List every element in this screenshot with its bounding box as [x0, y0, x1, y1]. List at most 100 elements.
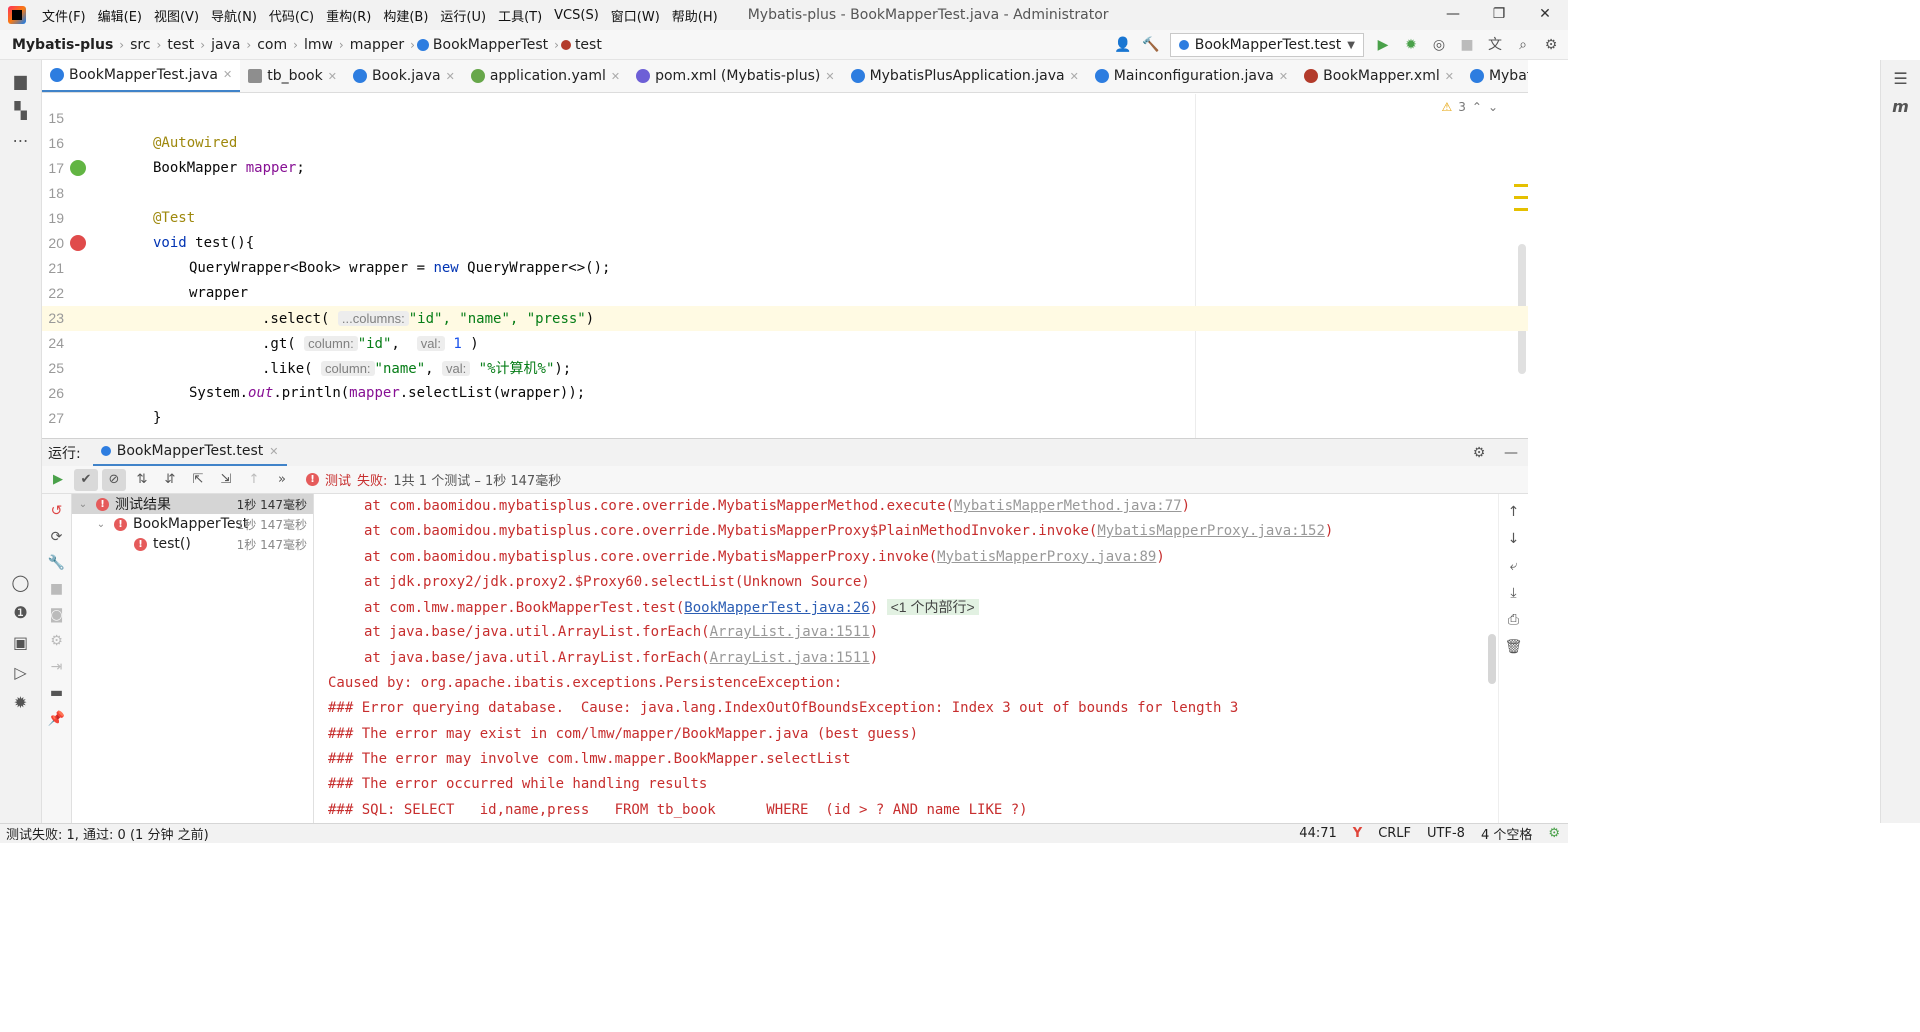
chevron-down-icon[interactable]: ⌄ — [94, 519, 108, 530]
status-message[interactable]: 测试失败: 1, 通过: 0 (1 分钟 之前) — [0, 824, 209, 843]
coverage-icon[interactable]: ◎ — [1430, 36, 1448, 54]
menu-help[interactable]: 帮助(H) — [666, 6, 724, 25]
line-separator[interactable]: CRLF — [1378, 826, 1411, 841]
gear-icon[interactable]: ⚙ — [1470, 444, 1488, 462]
breadcrumb-com[interactable]: com — [253, 37, 291, 53]
stop-icon[interactable]: ■ — [48, 580, 66, 598]
close-icon[interactable]: ✕ — [611, 70, 620, 83]
tab-application-yaml[interactable]: application.yaml ✕ — [463, 60, 628, 92]
translate-icon[interactable]: 文 — [1486, 36, 1504, 54]
breadcrumb-lmw[interactable]: lmw — [300, 37, 337, 53]
prev-failed-icon[interactable]: ↑ — [242, 469, 266, 491]
source-link[interactable]: BookMapperTest.java:26 — [684, 600, 869, 616]
chevron-down-icon[interactable]: ⌄ — [76, 499, 90, 510]
gear-icon[interactable]: ⚙ — [1542, 36, 1560, 54]
more-icon[interactable]: » — [270, 469, 294, 491]
code-editor[interactable]: ⚠ 3 ⌃ ⌄ 15 16 @Autowired 17 BookMapper m… — [42, 94, 1528, 438]
run-config-select[interactable]: BookMapperTest.test ▼ — [1169, 33, 1364, 57]
source-link[interactable]: ArrayList.java:1511 — [710, 624, 870, 640]
database-icon[interactable]: ☰ — [1892, 70, 1910, 88]
show-ignored-icon[interactable]: ⊘ — [102, 468, 126, 491]
print-icon[interactable]: ⎙ — [1505, 611, 1523, 629]
tab-mainconfiguration[interactable]: Mainconfiguration.java ✕ — [1087, 60, 1296, 92]
pin-icon[interactable]: 📌 — [48, 710, 66, 728]
close-icon[interactable]: ✕ — [328, 70, 337, 83]
bean-gutter-icon[interactable] — [70, 160, 86, 176]
comment-icon[interactable]: ◯ — [12, 574, 30, 592]
menu-tools[interactable]: 工具(T) — [492, 6, 548, 25]
debug-tool-icon[interactable]: ✹ — [12, 694, 30, 712]
close-icon[interactable]: ✕ — [1279, 70, 1288, 83]
indent-setting[interactable]: 4 个空格 — [1481, 824, 1532, 843]
tree-row-root[interactable]: ⌄ ! 测试结果 1秒 147毫秒 — [72, 494, 313, 514]
source-link[interactable]: ArrayList.java:1511 — [710, 650, 870, 666]
breadcrumb-test[interactable]: test — [163, 37, 198, 53]
rerun-icon[interactable]: ▶ — [46, 469, 70, 491]
breadcrumb-class[interactable]: BookMapperTest — [429, 37, 552, 53]
minimize-icon[interactable]: — — [1430, 0, 1476, 30]
source-link[interactable]: MybatisMapperProxy.java:89 — [937, 549, 1156, 565]
search-icon[interactable]: ⌕ — [1514, 36, 1532, 54]
arrow-down-icon[interactable]: ↓ — [1505, 530, 1523, 548]
settings-icon[interactable]: ⚙ — [48, 632, 66, 650]
tree-row-method[interactable]: ! test() 1秒 147毫秒 — [72, 534, 313, 554]
menu-vcs[interactable]: VCS(S) — [548, 8, 605, 23]
stop-icon[interactable]: ■ — [1458, 36, 1476, 54]
run-tool-icon[interactable]: ▷ — [12, 664, 30, 682]
project-folder-icon[interactable]: ▆ — [12, 72, 30, 90]
tab-tb-book[interactable]: tb_book ✕ — [240, 60, 345, 92]
close-icon[interactable]: ✕ — [269, 445, 278, 458]
show-passed-icon[interactable]: ✔ — [74, 468, 98, 491]
run-icon[interactable]: ▶ — [1374, 36, 1392, 54]
scroll-to-end-icon[interactable]: ⤓ — [1505, 584, 1523, 602]
console-scrollbar[interactable] — [1488, 634, 1496, 684]
maven-icon[interactable]: m — [1892, 98, 1910, 116]
file-encoding[interactable]: UTF-8 — [1427, 826, 1465, 841]
arrow-up-icon[interactable]: ↑ — [1505, 503, 1523, 521]
breadcrumb-mapper[interactable]: mapper — [346, 37, 408, 53]
menu-build[interactable]: 构建(B) — [377, 6, 434, 25]
breadcrumb-method[interactable]: test — [571, 37, 606, 53]
terminal-icon[interactable]: ▣ — [12, 634, 30, 652]
export-icon[interactable]: ⇥ — [48, 658, 66, 676]
close-icon[interactable]: ✕ — [1070, 70, 1079, 83]
more-icon[interactable]: ⋯ — [12, 132, 30, 150]
tab-book[interactable]: Book.java ✕ — [345, 60, 463, 92]
lock-icon[interactable]: ⚙ — [1548, 826, 1560, 841]
console-output[interactable]: at com.baomidou.mybatisplus.core.overrid… — [314, 494, 1498, 823]
menu-window[interactable]: 窗口(W) — [605, 6, 666, 25]
structure-icon[interactable]: ▚ — [12, 102, 30, 120]
problems-icon[interactable]: ❶ — [12, 604, 30, 622]
sort-alpha-icon[interactable]: ⇅ — [130, 469, 154, 491]
layout-icon[interactable]: ▬ — [48, 684, 66, 702]
menu-run[interactable]: 运行(U) — [434, 6, 492, 25]
close-icon[interactable]: ✕ — [1522, 0, 1568, 30]
expand-all-icon[interactable]: ⇱ — [186, 469, 210, 491]
breadcrumb-java[interactable]: java — [207, 37, 244, 53]
trash-icon[interactable]: 🗑 — [1505, 638, 1523, 656]
tab-mybatisplusapplication[interactable]: MybatisPlusApplication.java ✕ — [843, 60, 1087, 92]
tab-bookmapper-xml[interactable]: BookMapper.xml ✕ — [1296, 60, 1462, 92]
breadcrumb-project[interactable]: Mybatis-plus — [0, 37, 117, 53]
breadcrumb-src[interactable]: src — [126, 37, 154, 53]
tree-row-class[interactable]: ⌄ ! BookMapperTest 1秒 147毫秒 — [72, 514, 313, 534]
close-icon[interactable]: ✕ — [223, 68, 232, 81]
tab-bookmappertest[interactable]: BookMapperTest.java ✕ — [42, 60, 241, 92]
sort-duration-icon[interactable]: ⇵ — [158, 469, 182, 491]
build-hammer-icon[interactable]: 🔨 — [1142, 36, 1160, 54]
menu-code[interactable]: 代码(C) — [263, 6, 320, 25]
tab-pom[interactable]: pom.xml (Mybatis-plus) ✕ — [628, 60, 842, 92]
toggle-auto-test-icon[interactable]: ⟳ — [48, 528, 66, 546]
menu-edit[interactable]: 编辑(E) — [92, 6, 148, 25]
camera-icon[interactable]: ◙ — [48, 606, 66, 624]
menu-refactor[interactable]: 重构(R) — [320, 6, 377, 25]
caret-position[interactable]: 44:71 — [1299, 826, 1336, 841]
folded-lines[interactable]: <1 个内部行> — [886, 599, 979, 616]
user-icon[interactable]: 👤 — [1114, 36, 1132, 54]
restore-icon[interactable]: ❐ — [1476, 0, 1522, 30]
source-link[interactable]: MybatisMapperMethod.java:77 — [954, 498, 1182, 514]
plugin-y-icon[interactable]: Y — [1353, 826, 1362, 841]
soft-wrap-icon[interactable]: ⤶ — [1505, 557, 1523, 575]
test-failed-gutter-icon[interactable] — [70, 235, 86, 251]
close-icon[interactable]: ✕ — [825, 70, 834, 83]
